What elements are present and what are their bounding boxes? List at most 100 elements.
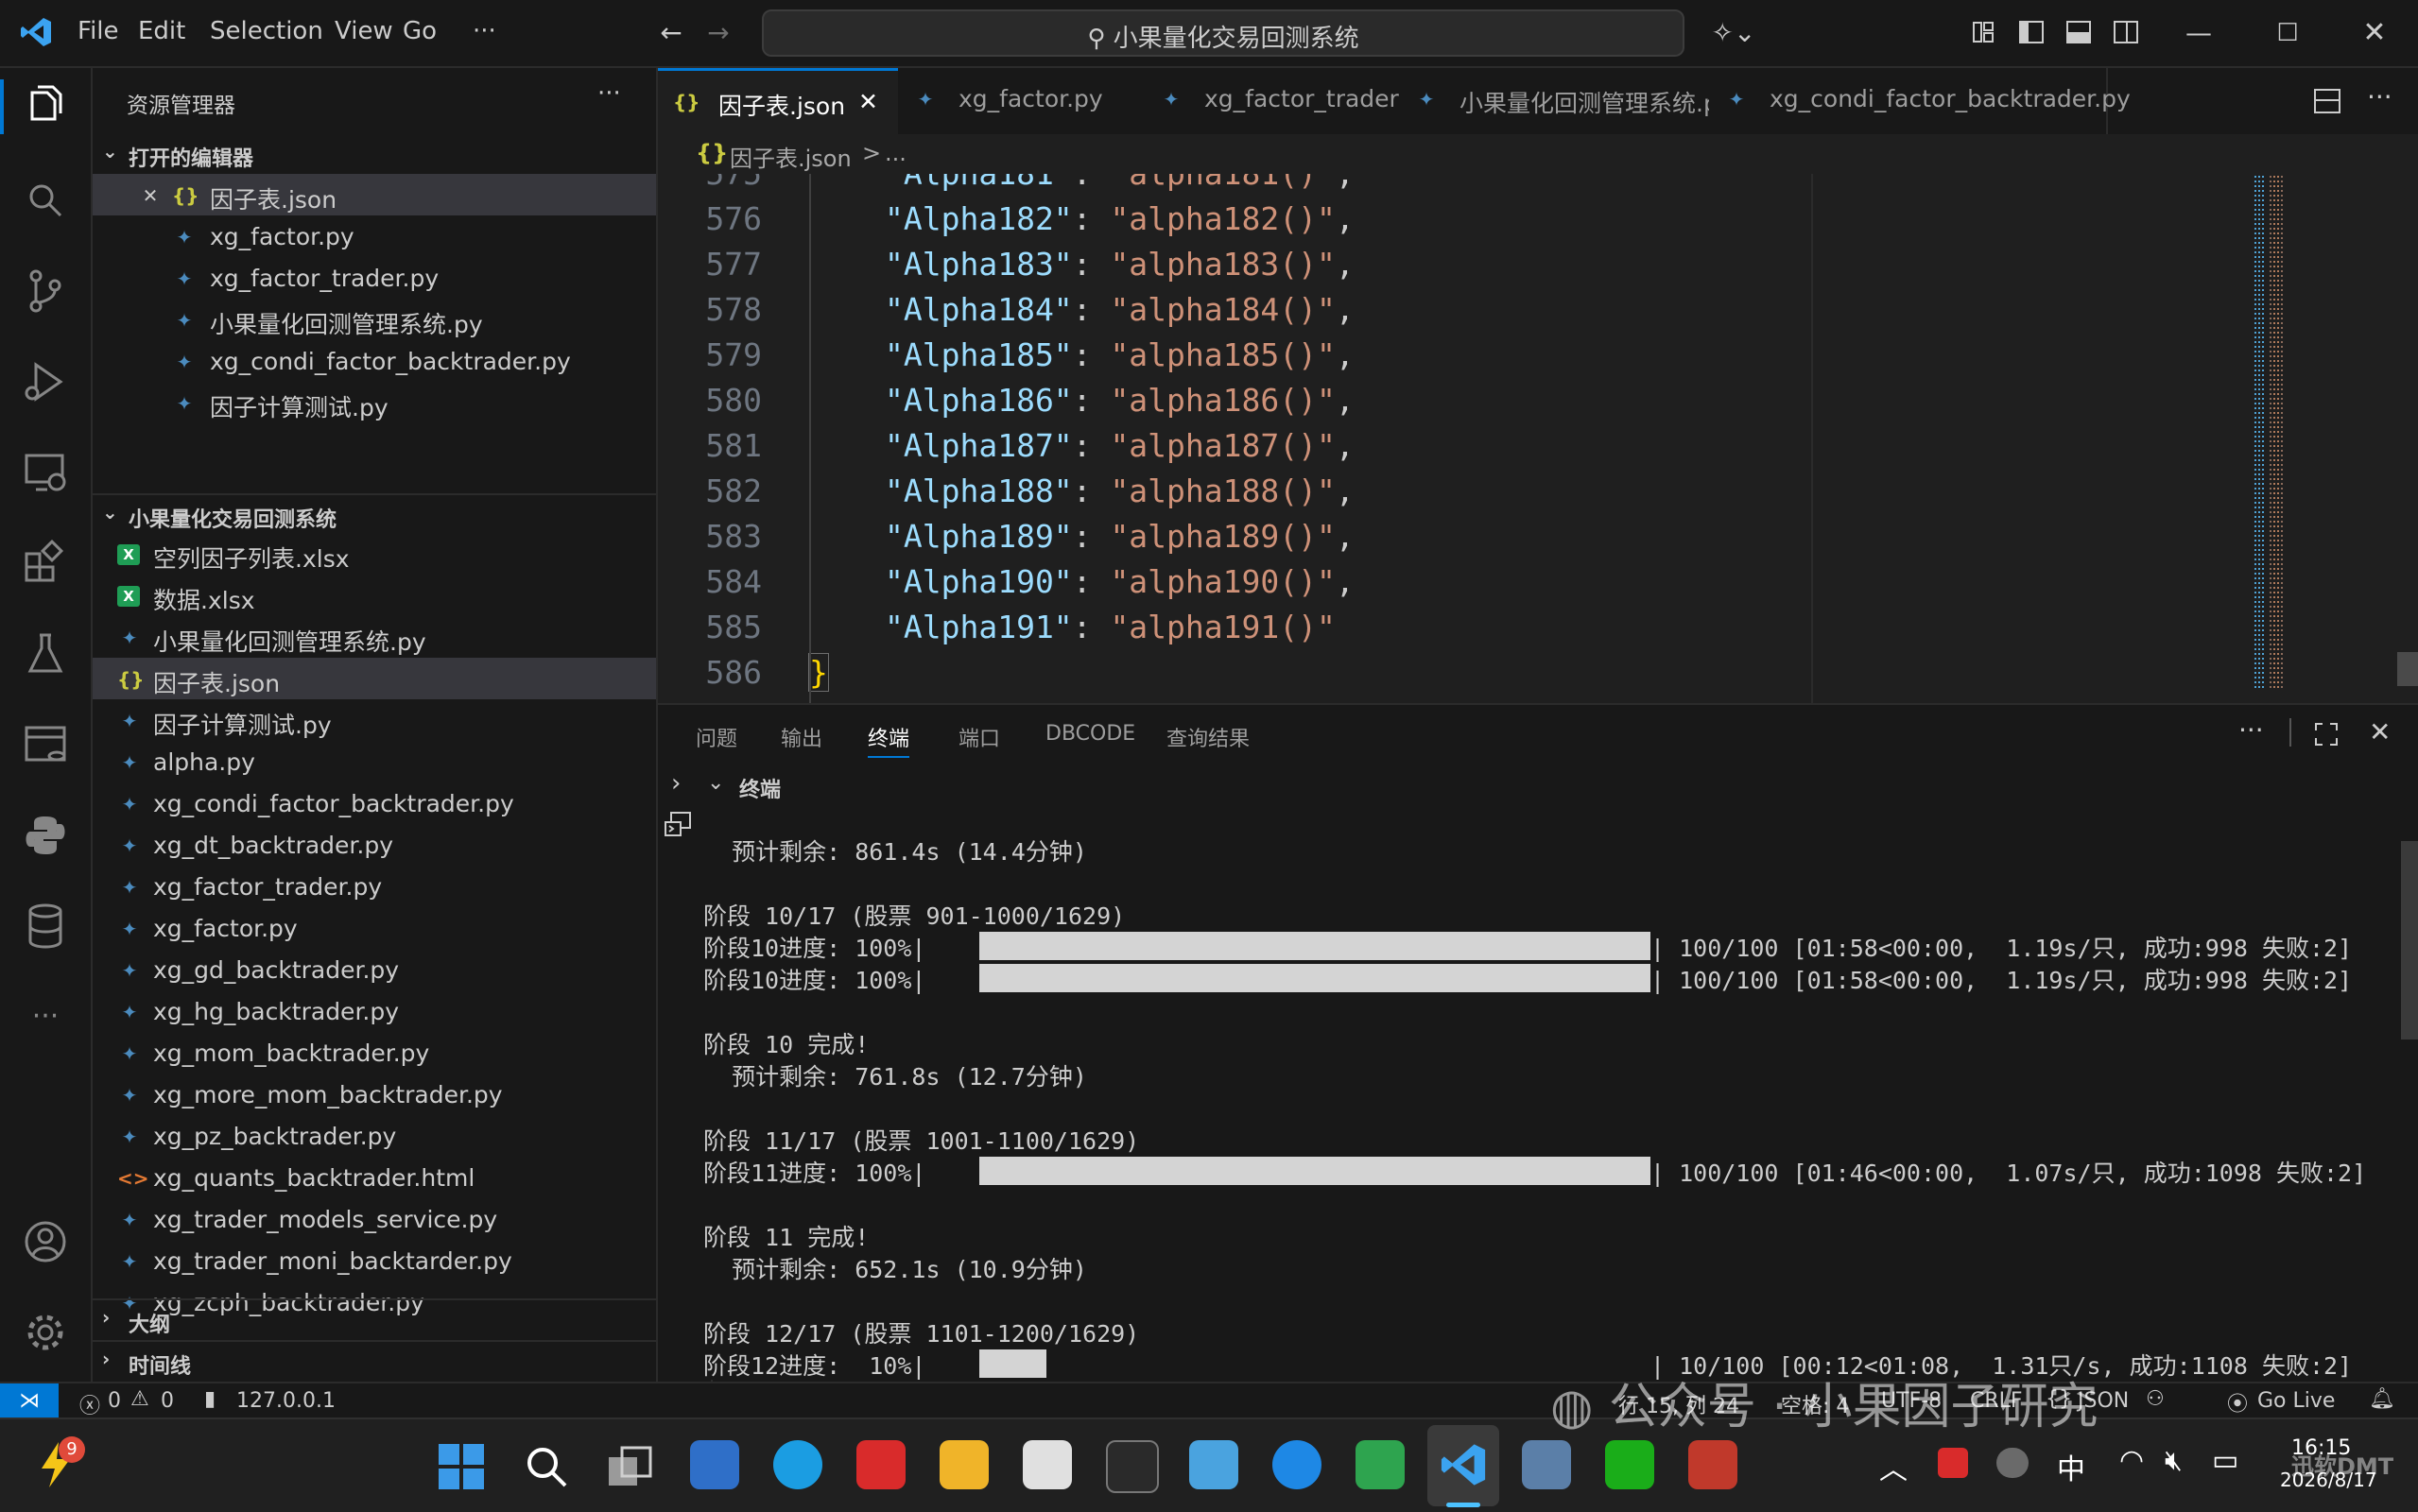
ime-indicator[interactable]: 中 <box>2057 1446 2085 1487</box>
file-item[interactable]: ✦ xg_condi_factor_backtrader.py <box>93 782 656 824</box>
open-editor-item[interactable]: ✦ xg_factor.py <box>93 215 656 257</box>
close-icon[interactable]: ✕ <box>138 183 163 208</box>
editor-tab[interactable]: ✦ 小果量化回测管理系统.py <box>1399 68 1733 134</box>
wechat-app-icon[interactable] <box>1605 1440 1654 1489</box>
panel-more-icon[interactable]: ··· <box>2238 714 2264 746</box>
accounts-icon[interactable] <box>19 1215 72 1268</box>
breadcrumb-file[interactable]: 因子表.json <box>730 140 852 173</box>
close-panel-icon[interactable]: ✕ <box>2369 716 2391 747</box>
notifications-bell-icon[interactable]: 🔔︎ <box>2369 1387 2395 1411</box>
edge-ai-app-icon[interactable] <box>1272 1440 1321 1489</box>
file-item[interactable]: {} 因子表.json <box>93 658 656 699</box>
file-item[interactable]: ✦ xg_factor.py <box>93 907 656 949</box>
broker-app-icon[interactable] <box>1688 1440 1737 1489</box>
file-item[interactable]: ✦ 因子计算测试.py <box>93 699 656 741</box>
port-icon[interactable]: ▮ <box>204 1387 216 1411</box>
open-editor-item[interactable]: ✕ {} 因子表.json <box>93 174 656 215</box>
panel-tab[interactable]: DBCODE <box>1045 722 1135 746</box>
open-editor-item[interactable]: ✦ 因子计算测试.py <box>93 382 656 423</box>
panel-tab[interactable]: 查询结果 <box>1166 722 1250 752</box>
file-explorer-app-icon[interactable] <box>940 1440 989 1489</box>
editor-scrollbar-thumb[interactable] <box>2397 652 2418 686</box>
open-editor-item[interactable]: ✦ xg_condi_factor_backtrader.py <box>93 340 656 382</box>
editor-tab[interactable]: {} 因子表.json ✕ <box>658 68 900 137</box>
paint-app-icon[interactable] <box>1189 1440 1238 1489</box>
extensions-icon[interactable] <box>19 537 72 590</box>
split-editor-icon[interactable] <box>2314 89 2340 113</box>
outline-header[interactable]: › 大纲 <box>93 1298 656 1340</box>
tray-overflow-chevron-icon[interactable]: ︿ <box>1879 1446 1908 1487</box>
workspace-folder-header[interactable]: ⌄ 小果量化交易回测系统 <box>93 493 656 535</box>
edge-app-icon[interactable] <box>773 1440 822 1489</box>
file-item[interactable]: ✦ xg_dt_backtrader.py <box>93 824 656 866</box>
menu-3[interactable]: View <box>335 17 393 45</box>
database-client-icon[interactable] <box>19 718 72 771</box>
editor-tab[interactable]: ✦ xg_factor.py <box>898 68 1146 134</box>
editor-tab[interactable]: ✦ xg_condi_factor_backtrader.py <box>1709 68 2131 134</box>
panel-tab[interactable]: 输出 <box>781 722 822 752</box>
testing-flask-icon[interactable] <box>19 627 72 680</box>
error-icon[interactable]: ⓧ <box>79 1389 100 1419</box>
file-item[interactable]: X 数据.xlsx <box>93 575 656 616</box>
file-item[interactable]: ✦ alpha.py <box>93 741 656 782</box>
minimize-window-icon[interactable]: — <box>2180 15 2218 51</box>
source-control-icon[interactable] <box>19 265 72 318</box>
file-item[interactable]: X 空列因子列表.xlsx <box>93 533 656 575</box>
back-arrow-icon[interactable]: ← <box>652 15 690 51</box>
host-address[interactable]: 127.0.0.1 <box>236 1389 336 1413</box>
tray-wps-icon[interactable] <box>1938 1448 1968 1478</box>
file-item[interactable]: ✦ xg_factor_trader.py <box>93 866 656 907</box>
terminal-header[interactable]: 终端 <box>739 773 781 803</box>
menu-5[interactable]: ··· <box>473 17 496 45</box>
go-live-button[interactable]: Go Live <box>2257 1389 2335 1413</box>
wps-app-icon[interactable] <box>856 1440 906 1489</box>
code-editor[interactable]: 575 "Alpha181": "alpha181()", 576 "Alpha182… <box>658 174 2418 703</box>
command-center-search[interactable]: ⚲ 小果量化交易回测系统 <box>762 9 1684 57</box>
vscode-logo-icon[interactable] <box>19 15 53 49</box>
run-and-debug-icon[interactable] <box>19 355 72 408</box>
file-item[interactable]: ✦ xg_trader_moni_backtarder.py <box>93 1240 656 1281</box>
breadcrumb-symbol[interactable]: ... <box>885 140 907 166</box>
remote-indicator-icon[interactable]: ⋊ <box>0 1383 59 1419</box>
task-view-icon[interactable] <box>607 1446 654 1487</box>
terminal-output[interactable]: 预计剩余: 861.4s (14.4分钟) 阶段 10/17 (股票 901-10… <box>703 807 2395 1380</box>
file-item[interactable]: ✦ xg_mom_backtrader.py <box>93 1032 656 1074</box>
menu-4[interactable]: Go <box>403 17 437 45</box>
open-editors-header[interactable]: ⌄ 打开的编辑器 <box>93 134 656 174</box>
more-views-icon[interactable]: ··· <box>19 1000 72 1053</box>
tray-cloud-icon[interactable] <box>1996 1448 2029 1478</box>
close-window-icon[interactable]: ✕ <box>2356 15 2393 51</box>
start-button-icon[interactable] <box>439 1444 484 1489</box>
warning-count[interactable]: 0 <box>161 1389 174 1413</box>
toggle-secondary-sidebar-icon[interactable] <box>2114 21 2138 43</box>
timeline-header[interactable]: › 时间线 <box>93 1340 656 1382</box>
copilot-status-icon[interactable]: ⚇ <box>2146 1387 2165 1411</box>
file-item[interactable]: ✦ 小果量化回测管理系统.py <box>93 616 656 658</box>
terminal-scrollbar-thumb[interactable] <box>2401 841 2418 1040</box>
file-item[interactable]: ✦ xg_more_mom_backtrader.py <box>93 1074 656 1115</box>
panel-tab[interactable]: 问题 <box>696 722 737 752</box>
panel-tab[interactable]: 端口 <box>959 722 1000 752</box>
maximize-panel-icon[interactable] <box>2314 722 2339 747</box>
terminal-session-icon[interactable] <box>664 811 692 839</box>
file-item[interactable]: ✦ xg_gd_backtrader.py <box>93 949 656 990</box>
warning-icon[interactable]: ⚠ <box>130 1387 149 1411</box>
database-icon[interactable] <box>19 900 72 953</box>
menu-1[interactable]: Edit <box>138 17 185 45</box>
explorer-icon[interactable] <box>19 81 72 134</box>
wifi-icon[interactable]: ◠ <box>2119 1444 2144 1477</box>
file-item[interactable]: ✦ xg_pz_backtrader.py <box>93 1115 656 1157</box>
unity-app-icon[interactable] <box>1106 1440 1159 1493</box>
python-icon[interactable] <box>19 809 72 862</box>
file-item[interactable]: ✦ xg_hg_backtrader.py <box>93 990 656 1032</box>
file-item[interactable]: <> xg_quants_backtrader.html <box>93 1157 656 1198</box>
more-actions-icon[interactable]: ··· <box>597 79 621 108</box>
editor-more-actions-icon[interactable]: ··· <box>2367 81 2392 112</box>
menu-2[interactable]: Selection <box>210 17 323 45</box>
taskbar-search-icon[interactable] <box>524 1444 569 1489</box>
tab-close-icon[interactable]: ✕ <box>858 88 878 115</box>
toggle-primary-sidebar-icon[interactable] <box>2019 21 2044 43</box>
outlook-app-icon[interactable] <box>690 1440 739 1489</box>
menu-0[interactable]: File <box>78 17 119 45</box>
microsoft-store-app-icon[interactable] <box>1023 1440 1072 1489</box>
